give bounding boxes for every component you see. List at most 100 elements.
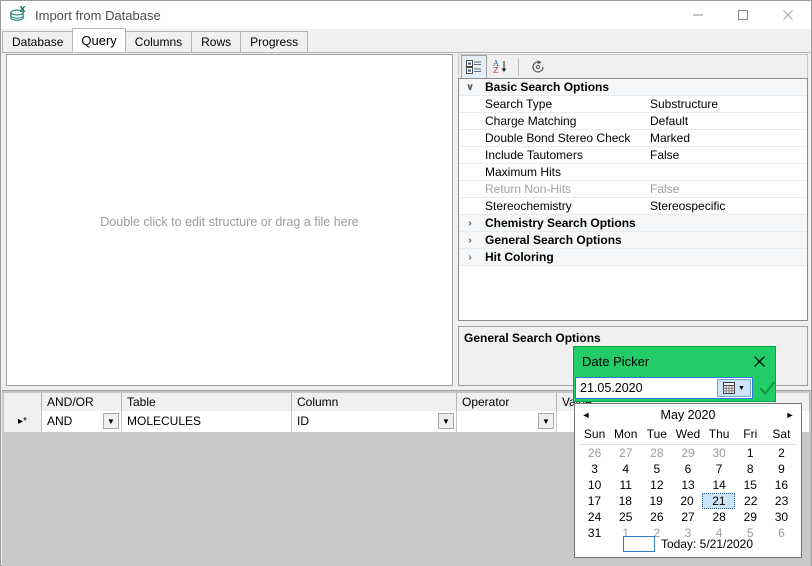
calendar-day[interactable]: 17 — [579, 493, 610, 509]
chevron-down-icon[interactable]: ▼ — [538, 413, 554, 429]
property-value[interactable]: Default — [646, 114, 807, 128]
grid-header-and-or[interactable]: AND/OR — [42, 393, 122, 411]
property-row-include-tautomers[interactable]: Include Tautomers False — [459, 147, 807, 164]
calendar-day[interactable]: 14 — [704, 477, 735, 493]
calendar-footer[interactable]: Today: 5/21/2020 — [575, 534, 801, 554]
chevron-right-icon[interactable]: › — [459, 218, 481, 229]
tab-columns[interactable]: Columns — [125, 31, 192, 52]
tab-database[interactable]: Database — [2, 31, 73, 52]
chevron-down-icon[interactable]: ∨ — [459, 82, 481, 93]
calendar-day[interactable]: 30 — [704, 445, 735, 461]
calendar-day[interactable]: 15 — [735, 477, 766, 493]
date-input-wrapper[interactable]: ▼ — [575, 377, 753, 399]
categorized-view-icon[interactable] — [461, 55, 487, 79]
property-row-search-type[interactable]: Search Type Substructure — [459, 96, 807, 113]
calendar-day[interactable]: 23 — [766, 493, 797, 509]
calendar-day[interactable]: 22 — [735, 493, 766, 509]
calendar-day[interactable]: 2 — [766, 445, 797, 461]
calendar-day[interactable]: 29 — [672, 445, 703, 461]
date-input[interactable] — [576, 378, 722, 398]
calendar-weeks: 2627282930123456789101112131415161718192… — [579, 445, 797, 541]
chevron-right-icon[interactable]: › — [459, 235, 481, 246]
calendar-day[interactable]: 7 — [704, 461, 735, 477]
cell-operator[interactable]: ▼ — [457, 411, 557, 432]
calendar-day[interactable]: 9 — [766, 461, 797, 477]
property-category-general-search-options[interactable]: › General Search Options — [459, 232, 807, 249]
calendar-day[interactable]: 19 — [641, 493, 672, 509]
chevron-down-icon[interactable]: ▼ — [438, 413, 454, 429]
property-grid[interactable]: ∨ Basic Search Options Search Type Subst… — [458, 78, 808, 321]
property-row-double-bond-stereo-check[interactable]: Double Bond Stereo Check Marked — [459, 130, 807, 147]
minimize-button[interactable] — [675, 1, 720, 29]
sort-alphabetical-icon[interactable]: A Z — [489, 56, 513, 78]
calendar-day-selected[interactable]: 21 — [702, 493, 735, 509]
reset-properties-icon[interactable] — [526, 56, 550, 78]
close-button[interactable] — [765, 1, 810, 29]
calendar-day[interactable]: 24 — [579, 509, 610, 525]
calendar-day[interactable]: 3 — [579, 461, 610, 477]
cell-and-or[interactable]: AND ▼ — [42, 411, 122, 432]
day-name: Wed — [672, 426, 703, 444]
calendar-day[interactable]: 10 — [579, 477, 610, 493]
calendar-day[interactable]: 25 — [610, 509, 641, 525]
grid-header-column[interactable]: Column — [292, 393, 457, 411]
property-name: Double Bond Stereo Check — [481, 131, 646, 145]
calendar-day[interactable]: 27 — [672, 509, 703, 525]
cell-column[interactable]: ID ▼ — [292, 411, 457, 432]
calendar-day[interactable]: 27 — [610, 445, 641, 461]
calendar-day[interactable]: 28 — [704, 509, 735, 525]
calendar-day[interactable]: 11 — [610, 477, 641, 493]
property-row-maximum-hits[interactable]: Maximum Hits — [459, 164, 807, 181]
calendar-day[interactable]: 6 — [672, 461, 703, 477]
calendar-day[interactable]: 8 — [735, 461, 766, 477]
close-icon[interactable] — [749, 351, 769, 371]
calendar-day[interactable]: 26 — [579, 445, 610, 461]
chevron-down-icon[interactable]: ▼ — [103, 413, 119, 429]
property-value[interactable]: Marked — [646, 131, 807, 145]
cell-table[interactable]: MOLECULES — [122, 411, 292, 432]
tab-rows[interactable]: Rows — [191, 31, 241, 52]
category-label: Basic Search Options — [481, 80, 646, 94]
calendar-day[interactable]: 4 — [610, 461, 641, 477]
calendar-day[interactable]: 30 — [766, 509, 797, 525]
calendar-day-names: Sun Mon Tue Wed Thu Fri Sat — [579, 426, 797, 445]
row-new-indicator[interactable]: ▸* — [4, 411, 42, 432]
next-month-icon[interactable]: ► — [779, 404, 801, 426]
calendar-day[interactable]: 13 — [672, 477, 703, 493]
confirm-date-button[interactable] — [757, 377, 777, 399]
property-value: False — [646, 182, 807, 196]
previous-month-icon[interactable]: ◄ — [575, 404, 597, 426]
grid-header-operator[interactable]: Operator — [457, 393, 557, 411]
structure-editor-panel[interactable]: Double click to edit structure or drag a… — [6, 54, 453, 386]
tab-progress[interactable]: Progress — [240, 31, 308, 52]
window-title: Import from Database — [35, 8, 161, 23]
property-value[interactable]: Stereospecific — [646, 199, 807, 213]
tab-query[interactable]: Query — [72, 28, 125, 52]
calendar-month-title[interactable]: May 2020 — [597, 408, 779, 422]
property-category-chemistry-search-options[interactable]: › Chemistry Search Options — [459, 215, 807, 232]
cell-column-value: ID — [297, 411, 309, 432]
property-row-charge-matching[interactable]: Charge Matching Default — [459, 113, 807, 130]
calendar-day[interactable]: 1 — [735, 445, 766, 461]
property-category-basic-search-options[interactable]: ∨ Basic Search Options — [459, 79, 807, 96]
calendar-day[interactable]: 5 — [641, 461, 672, 477]
calendar-day[interactable]: 26 — [641, 509, 672, 525]
calendar-week-row: 24252627282930 — [579, 509, 797, 525]
maximize-button[interactable] — [720, 1, 765, 29]
property-row-stereochemistry[interactable]: Stereochemistry Stereospecific — [459, 198, 807, 215]
category-label: Chemistry Search Options — [481, 216, 646, 230]
grid-header-table[interactable]: Table — [122, 393, 292, 411]
calendar-day[interactable]: 12 — [641, 477, 672, 493]
calendar-day[interactable]: 28 — [641, 445, 672, 461]
calendar-day[interactable]: 18 — [610, 493, 641, 509]
property-value[interactable]: Substructure — [646, 97, 807, 111]
calendar-day[interactable]: 16 — [766, 477, 797, 493]
today-swatch[interactable] — [623, 536, 655, 552]
calendar-dropdown-button[interactable]: ▼ — [717, 379, 751, 397]
property-category-hit-coloring[interactable]: › Hit Coloring — [459, 249, 807, 266]
chevron-right-icon[interactable]: › — [459, 252, 481, 263]
property-value[interactable]: False — [646, 148, 807, 162]
calendar-day[interactable]: 20 — [672, 493, 703, 509]
calendar-day[interactable]: 29 — [735, 509, 766, 525]
property-grid-toolbar: A Z — [458, 54, 808, 78]
